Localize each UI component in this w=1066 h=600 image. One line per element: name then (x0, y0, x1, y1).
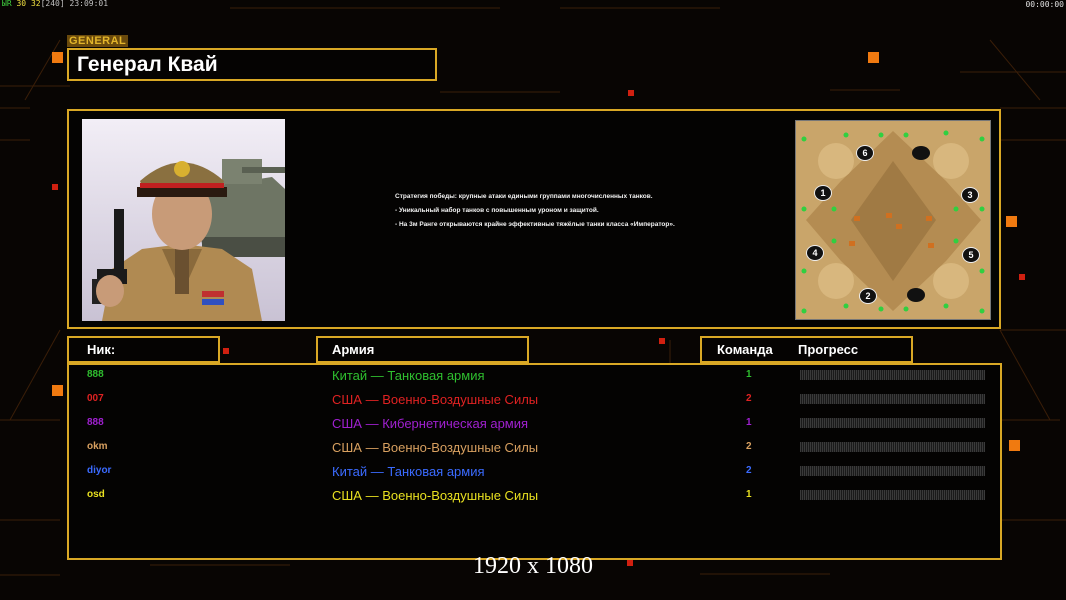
player-nick: osd (87, 489, 105, 500)
team-header-label: Команда (717, 342, 773, 357)
player-row[interactable]: osd США — Военно-Воздушные Силы 1 (69, 487, 1000, 507)
minimap[interactable]: 1 2 3 4 5 6 (795, 120, 991, 320)
deco-square (52, 184, 58, 190)
player-progress-bar (800, 394, 985, 404)
player-row[interactable]: 007 США — Военно-Воздушные Силы 2 (69, 391, 1000, 411)
deco-square (868, 52, 879, 63)
hud-stat: 32 (30, 0, 41, 8)
resolution-label: 1920 x 1080 (473, 553, 593, 579)
strategy-line: Стратегия победы: крупные атаки едиными … (395, 193, 653, 200)
game-clock: 00:00:00 (1025, 0, 1064, 9)
player-row[interactable]: diyor Китай — Танковая армия 2 (69, 463, 1000, 483)
general-tag: GENERAL (67, 35, 129, 47)
progress-header-label: Прогресс (798, 342, 859, 357)
player-nick: okm (87, 441, 108, 452)
deco-square (659, 338, 665, 344)
hud-time: 23:09:01 (69, 0, 109, 8)
spawn-marker[interactable]: 4 (806, 245, 824, 261)
spawn-marker[interactable]: 3 (961, 187, 979, 203)
deco-square (1009, 440, 1020, 451)
deco-square (628, 90, 634, 96)
general-portrait (82, 119, 285, 321)
spawn-marker[interactable]: 6 (856, 145, 874, 161)
deco-square (1006, 216, 1017, 227)
spawn-marker[interactable]: 1 (814, 185, 832, 201)
player-progress-bar (800, 442, 985, 452)
player-army[interactable]: США — Военно-Воздушные Силы (332, 440, 538, 455)
deco-square (52, 385, 63, 396)
deco-square (223, 348, 229, 354)
minimap-image (796, 121, 990, 319)
army-header: Армия (316, 336, 529, 363)
player-row[interactable]: 888 Китай — Танковая армия 1 (69, 367, 1000, 387)
spawn-marker[interactable]: 2 (859, 288, 877, 304)
general-portrait-image (82, 119, 285, 321)
player-army[interactable]: Китай — Танковая армия (332, 368, 485, 383)
player-row[interactable]: 888 США — Кибернетическая армия 1 (69, 415, 1000, 435)
hud-stat: [240] (40, 0, 65, 8)
fps-counter: ЫR 30 32[240] 23:09:01 (2, 0, 108, 8)
player-nick: 888 (87, 417, 104, 428)
nick-header-label: Ник: (87, 342, 116, 357)
player-nick: diyor (87, 465, 112, 476)
player-team[interactable]: 1 (746, 417, 752, 428)
general-info-panel: Стратегия победы: крупные атаки едиными … (67, 109, 1001, 329)
player-progress-bar (800, 466, 985, 476)
player-progress-bar (800, 418, 985, 428)
players-panel: 888 Китай — Танковая армия 1 007 США — В… (67, 363, 1002, 560)
army-header-label: Армия (332, 342, 375, 357)
nick-header: Ник: (67, 336, 220, 363)
player-team[interactable]: 2 (746, 465, 752, 476)
player-nick: 007 (87, 393, 104, 404)
strategy-line: - Уникальный набор танков с повышенным у… (395, 207, 599, 214)
player-army[interactable]: США — Военно-Воздушные Силы (332, 488, 538, 503)
spawn-marker[interactable]: 5 (962, 247, 980, 263)
deco-square (52, 52, 63, 63)
player-team[interactable]: 1 (746, 489, 752, 500)
player-team[interactable]: 1 (746, 369, 752, 380)
hud-stat: ЫR (2, 0, 12, 8)
hud-stat: 30 (16, 0, 27, 8)
general-title-box: Генерал Квай (67, 48, 437, 81)
strategy-line: - На 3м Ранге открываются крайне эффекти… (395, 221, 675, 228)
player-army[interactable]: США — Военно-Воздушные Силы (332, 392, 538, 407)
player-army[interactable]: Китай — Танковая армия (332, 464, 485, 479)
player-progress-bar (800, 490, 985, 500)
player-progress-bar (800, 370, 985, 380)
team-progress-header: Команда Прогресс (700, 336, 913, 363)
player-row[interactable]: okm США — Военно-Воздушные Силы 2 (69, 439, 1000, 459)
deco-square (1019, 274, 1025, 280)
general-name: Генерал Квай (77, 53, 218, 76)
strategy-description: Стратегия победы: крупные атаки едиными … (395, 193, 695, 235)
player-team[interactable]: 2 (746, 441, 752, 452)
player-army[interactable]: США — Кибернетическая армия (332, 416, 528, 431)
player-nick: 888 (87, 369, 104, 380)
player-team[interactable]: 2 (746, 393, 752, 404)
